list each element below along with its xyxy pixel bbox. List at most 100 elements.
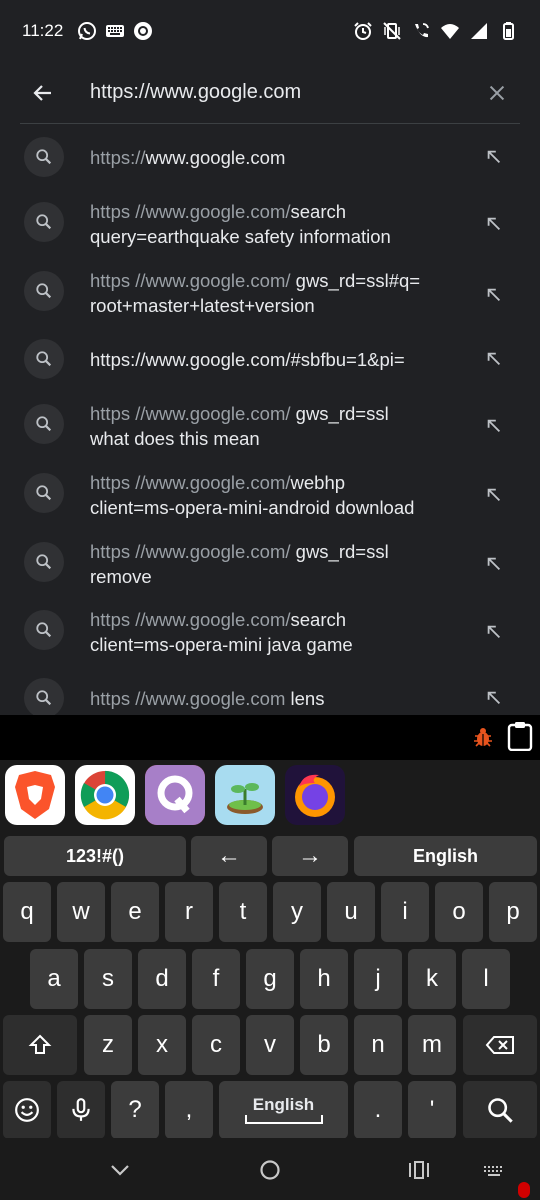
fill-arrow-icon[interactable] [482, 283, 506, 307]
search-icon [24, 678, 64, 715]
key-z[interactable]: z [84, 1015, 132, 1075]
backspace-icon [485, 1036, 514, 1054]
key-f[interactable]: f [192, 949, 240, 1009]
fill-arrow-icon[interactable] [482, 145, 506, 169]
clipboard-icon[interactable] [506, 721, 534, 752]
fill-arrow-icon[interactable] [482, 347, 506, 371]
key-q[interactable]: q [3, 882, 51, 942]
suggestion-main: gws_rd=ssl#q= [290, 270, 421, 291]
suggestion-prefix: https //www.google.com/ [90, 472, 291, 493]
quora-app-icon[interactable] [145, 765, 205, 825]
symbols-key[interactable]: 123!#() [4, 836, 186, 876]
close-icon [489, 85, 505, 100]
key-d[interactable]: d [138, 949, 186, 1009]
suggestion-prefix: https //www.google.com/ [90, 541, 291, 562]
question-key[interactable]: ? [111, 1081, 159, 1139]
keyboard-icon [105, 21, 125, 41]
key-u[interactable]: u [327, 882, 375, 942]
alarm-icon [353, 21, 373, 41]
suggestion-item[interactable]: https //www.google.com/ gws_rd=ssl#q= ro… [0, 270, 540, 321]
key-y[interactable]: y [273, 882, 321, 942]
suggestion-item[interactable]: https //www.google.com/webhp client=ms-o… [0, 472, 540, 523]
key-j[interactable]: j [354, 949, 402, 1009]
hide-keyboard-button[interactable] [102, 1152, 138, 1188]
fill-arrow-icon[interactable] [482, 414, 506, 438]
search-icon [24, 202, 64, 242]
whatsapp-icon [77, 21, 97, 41]
suggestion-item[interactable]: https //www.google.com/search client=ms-… [0, 609, 540, 660]
suggestion-item[interactable]: https //www.google.com/search query=eart… [0, 201, 540, 252]
plant-app-icon[interactable] [215, 765, 275, 825]
home-button[interactable] [252, 1152, 288, 1188]
suggestion-query: query=earthquake safety information [90, 226, 391, 247]
key-s[interactable]: s [84, 949, 132, 1009]
suggestion-main: gws_rd=ssl [290, 541, 389, 562]
suggestion-main: https://www.google.com/#sbfbu=1&pi= [90, 349, 405, 370]
cursor-right-key[interactable]: → [272, 836, 348, 876]
suggestion-main: www.google.com [145, 147, 286, 168]
key-g[interactable]: g [246, 949, 294, 1009]
search-icon [24, 271, 64, 311]
key-x[interactable]: x [138, 1015, 186, 1075]
fill-arrow-icon[interactable] [482, 483, 506, 507]
brave-app-icon[interactable] [5, 765, 65, 825]
url-bar: https://www.google.com [20, 62, 520, 124]
suggestion-item[interactable]: https://www.google.com/#sbfbu=1&pi= [0, 339, 540, 379]
key-k[interactable]: k [408, 949, 456, 1009]
fill-arrow-icon[interactable] [482, 552, 506, 576]
suggestion-main: search [290, 201, 347, 222]
key-o[interactable]: o [435, 882, 483, 942]
keyboard-switch-button[interactable] [476, 1152, 512, 1188]
shift-icon [28, 1034, 52, 1054]
key-a[interactable]: a [30, 949, 78, 1009]
suggestion-item[interactable]: https://www.google.com [0, 137, 540, 177]
fill-arrow-icon[interactable] [482, 620, 506, 644]
key-t[interactable]: t [219, 882, 267, 942]
backspace-key[interactable] [463, 1015, 537, 1075]
space-key-label: English [252, 1095, 315, 1114]
space-key[interactable]: English [219, 1081, 348, 1139]
key-i[interactable]: i [381, 882, 429, 942]
key-e[interactable]: e [111, 882, 159, 942]
suggestion-item[interactable]: https //www.google.com/ gws_rd=ssl remov… [0, 541, 540, 592]
recents-button[interactable] [401, 1152, 437, 1188]
comma-key[interactable]: , [165, 1081, 213, 1139]
suggestion-item[interactable]: https //www.google.com lens [0, 678, 540, 715]
key-l[interactable]: l [462, 949, 510, 1009]
chrome-app-icon[interactable] [75, 765, 135, 825]
recents-icon [409, 1161, 429, 1179]
suggestion-item[interactable]: https //www.google.com/ gws_rd=ssl what … [0, 403, 540, 454]
key-r[interactable]: r [165, 882, 213, 942]
suggestion-main: gws_rd=ssl [290, 403, 389, 424]
url-input[interactable]: https://www.google.com [66, 81, 474, 104]
key-m[interactable]: m [408, 1015, 456, 1075]
key-p[interactable]: p [489, 882, 537, 942]
fill-arrow-icon[interactable] [482, 686, 506, 710]
cursor-left-key[interactable]: ← [191, 836, 267, 876]
suggestion-query: remove [90, 566, 152, 587]
key-v[interactable]: v [246, 1015, 294, 1075]
key-h[interactable]: h [300, 949, 348, 1009]
language-key[interactable]: English [354, 836, 537, 876]
firefox-app-icon[interactable] [285, 765, 345, 825]
fill-arrow-icon[interactable] [482, 212, 506, 236]
suggestions-list: https://www.google.com https //www.googl… [0, 124, 540, 715]
bug-icon[interactable] [472, 726, 494, 748]
search-key[interactable] [463, 1081, 537, 1139]
key-c[interactable]: c [192, 1015, 240, 1075]
navigation-bar [0, 1138, 540, 1200]
period-key[interactable]: . [354, 1081, 402, 1139]
space-bar-icon [244, 1115, 323, 1124]
key-b[interactable]: b [300, 1015, 348, 1075]
back-button[interactable] [20, 70, 66, 116]
shift-key[interactable] [3, 1015, 77, 1075]
suggestion-prefix: https:// [90, 147, 146, 168]
clear-button[interactable] [474, 70, 520, 116]
microphone-key[interactable] [57, 1081, 105, 1139]
key-n[interactable]: n [354, 1015, 402, 1075]
emoji-key[interactable] [3, 1081, 51, 1139]
suggestion-main: search [290, 609, 347, 630]
search-icon [24, 473, 64, 513]
apostrophe-key[interactable]: ' [408, 1081, 456, 1139]
key-w[interactable]: w [57, 882, 105, 942]
